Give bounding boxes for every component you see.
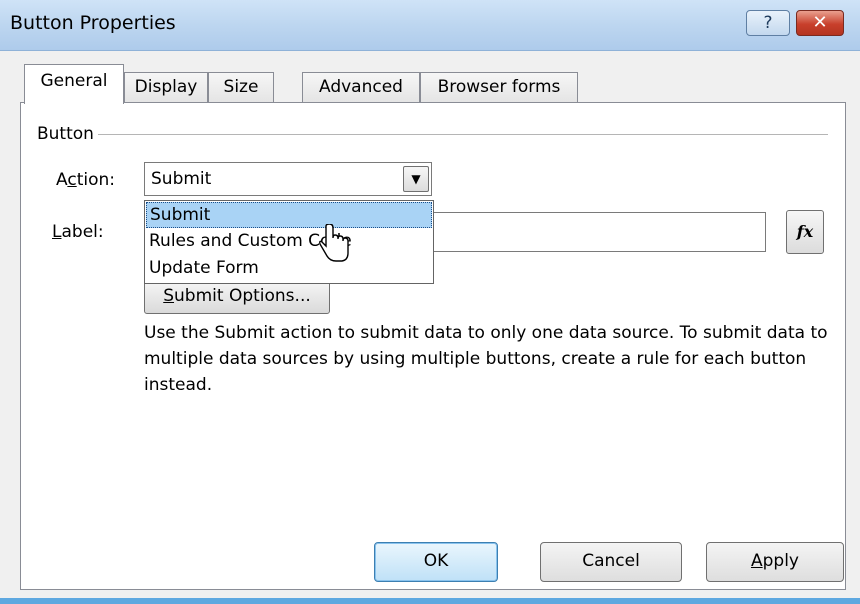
window-bottom-border [0, 598, 860, 604]
chevron-down-icon[interactable]: ▼ [403, 166, 429, 192]
function-icon: fx [796, 222, 814, 241]
tab-browser-forms[interactable]: Browser forms [420, 72, 578, 103]
hand-cursor-icon [319, 224, 349, 262]
tab-display[interactable]: Display [124, 72, 208, 103]
action-combobox[interactable]: Submit ▼ [144, 162, 432, 196]
ok-button[interactable]: OK [374, 542, 498, 582]
group-label-button: Button [37, 124, 98, 144]
label-label: Label: [52, 222, 104, 242]
help-icon: ? [763, 13, 773, 33]
action-label: Action: [56, 170, 115, 190]
dropdown-option-submit[interactable]: Submit [146, 202, 432, 228]
tab-general[interactable]: General [24, 64, 124, 104]
tab-size[interactable]: Size [208, 72, 274, 103]
close-button[interactable]: ✕ [796, 10, 844, 36]
dropdown-option-update-form[interactable]: Update Form [146, 256, 432, 282]
title-bar: Button Properties ? ✕ [0, 0, 860, 51]
cancel-button[interactable]: Cancel [540, 542, 682, 582]
formula-button[interactable]: fx [786, 210, 824, 254]
action-description: Use the Submit action to submit data to … [144, 323, 828, 395]
apply-button[interactable]: Apply [706, 542, 844, 582]
action-selected-value: Submit [151, 169, 212, 189]
action-dropdown-list: Submit Rules and Custom Code Update Form [144, 200, 434, 284]
group-divider [42, 134, 828, 135]
tab-advanced[interactable]: Advanced [302, 72, 420, 103]
dropdown-option-rules-and-custom-code[interactable]: Rules and Custom Code [146, 229, 432, 255]
help-button[interactable]: ? [746, 10, 790, 36]
close-icon: ✕ [812, 12, 828, 33]
submit-options-button[interactable]: Submit Options... [144, 280, 330, 314]
window-title: Button Properties [10, 12, 176, 34]
